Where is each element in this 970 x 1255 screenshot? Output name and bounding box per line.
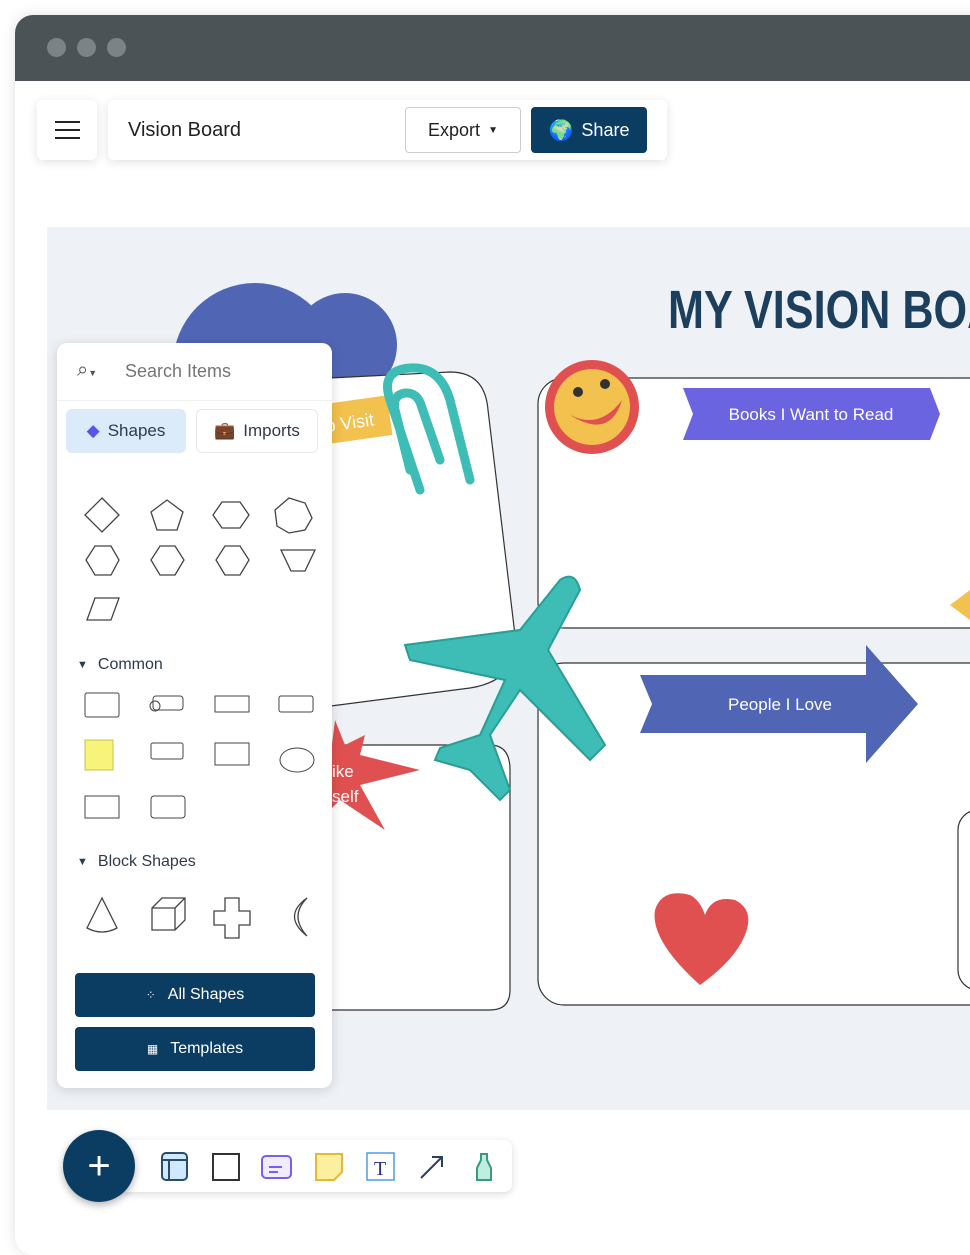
board-name[interactable]: Vision Board [128, 119, 241, 142]
basic-shapes [84, 497, 317, 621]
export-label: Export [428, 119, 481, 140]
grid-icon: ⁘ [145, 988, 156, 1002]
frame-extra [957, 811, 970, 989]
templates-button[interactable]: ▦ Templates [75, 1027, 315, 1071]
sticky-note-icon[interactable] [312, 1150, 344, 1182]
search-bar: ⌕▼ [57, 343, 332, 401]
caret-down-icon: ▼ [77, 659, 88, 671]
arrow-icon[interactable] [416, 1150, 448, 1182]
template-icon: ▦ [146, 1042, 159, 1056]
common-shapes [84, 692, 315, 819]
text-icon[interactable]: T [364, 1150, 396, 1182]
rectangle-icon[interactable] [209, 1150, 241, 1182]
section-common[interactable]: ▼ Common [77, 656, 163, 674]
search-input[interactable] [125, 361, 315, 382]
briefcase-icon: 💼 [214, 421, 236, 440]
svg-text:ike: ike [332, 762, 354, 781]
header-bar: Vision Board Export ▼ 🌍 Share [108, 100, 667, 160]
svg-text:Books I Want to Read: Books I Want to Read [729, 405, 894, 424]
tab-shapes[interactable]: ◆ Shapes [66, 409, 186, 453]
smiley-emoji [545, 360, 639, 454]
svg-text:People I Love: People I Love [728, 695, 832, 714]
window-maximize-dot[interactable] [107, 38, 126, 57]
frame-icon[interactable] [158, 1150, 190, 1182]
browser-titlebar [15, 15, 970, 81]
shapes-panel: ⌕▼ ◆Shapes 💼Imports ▼Common ▼Block Shape… [57, 343, 332, 1088]
search-icon[interactable]: ⌕▼ [77, 359, 97, 382]
caret-down-icon: ▼ [77, 856, 88, 868]
shape-grid[interactable] [57, 478, 332, 978]
all-shapes-button[interactable]: ⁘ All Shapes [75, 973, 315, 1017]
caret-down-icon: ▼ [488, 124, 498, 136]
add-button[interactable]: + [63, 1130, 135, 1202]
svg-text:T: T [374, 1158, 386, 1180]
globe-icon: 🌍 [548, 119, 574, 142]
plus-icon: + [87, 1143, 111, 1188]
window-minimize-dot[interactable] [77, 38, 96, 57]
svg-text:self: self [332, 787, 359, 806]
share-button[interactable]: 🌍 Share [531, 107, 647, 153]
block-shapes [86, 896, 308, 939]
diamond-icon: ◆ [86, 421, 100, 440]
board-title: MY VISION BOA [668, 281, 970, 341]
bottom-toolbar: T [120, 1140, 512, 1192]
tab-imports[interactable]: 💼 Imports [196, 409, 318, 453]
share-label: Share [581, 119, 630, 140]
marker-icon[interactable] [468, 1150, 500, 1182]
card-icon[interactable] [260, 1150, 292, 1182]
section-block-shapes[interactable]: ▼ Block Shapes [77, 853, 196, 871]
hamburger-icon [55, 121, 80, 139]
export-button[interactable]: Export ▼ [405, 107, 521, 153]
menu-button[interactable] [37, 100, 97, 160]
window-close-dot[interactable] [47, 38, 66, 57]
